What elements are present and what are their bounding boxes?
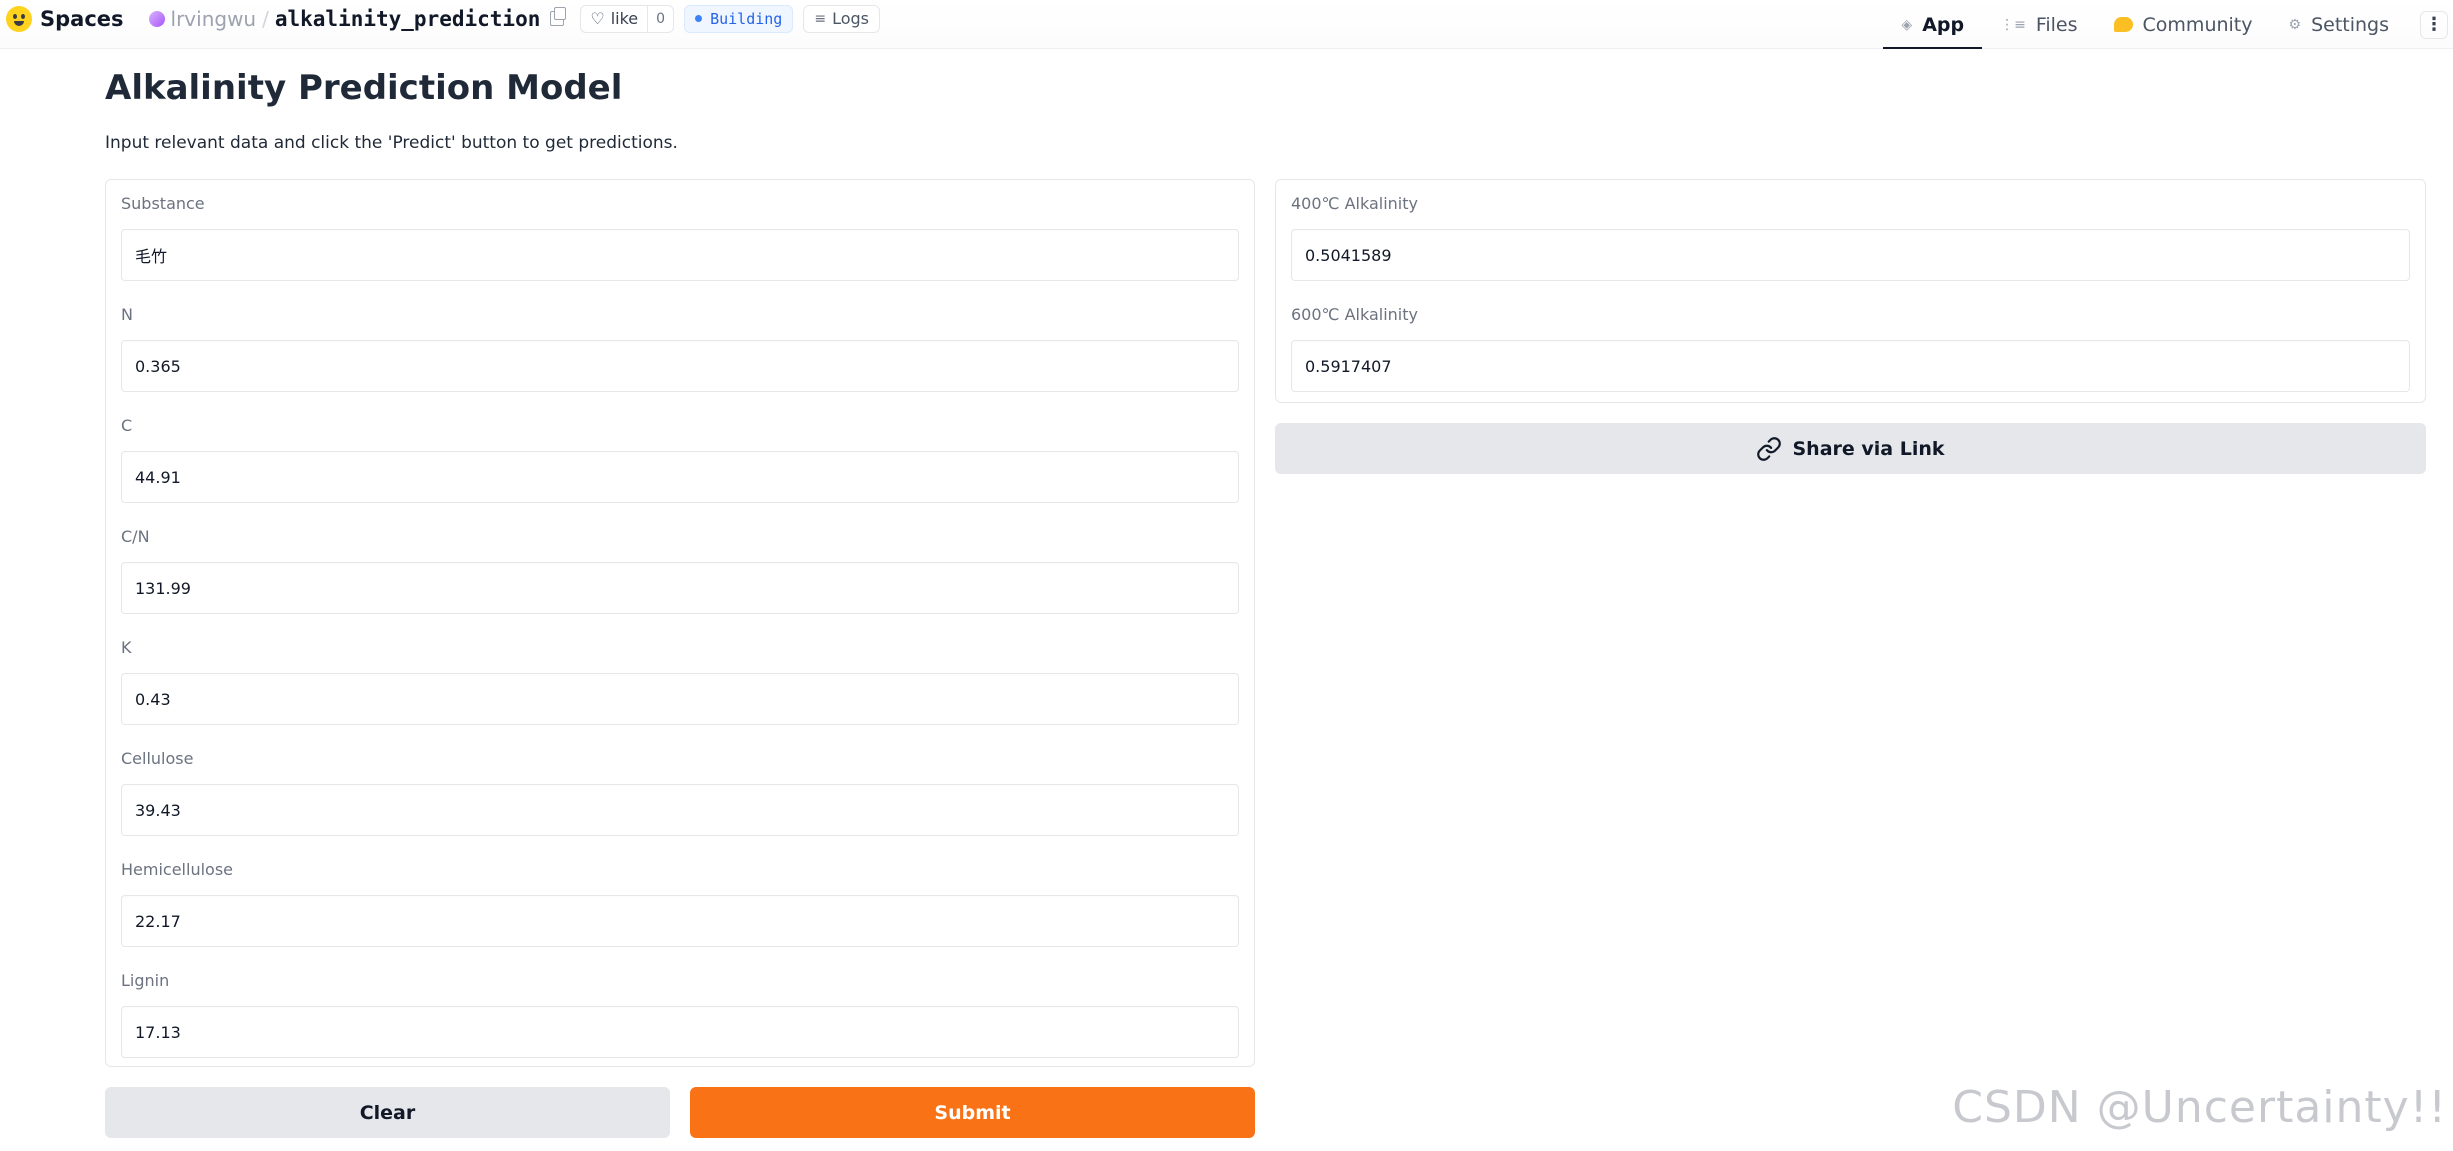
tab-files-label: Files (2035, 13, 2078, 36)
hugging-face-logo-icon[interactable] (6, 5, 32, 32)
more-options-icon: ⋮ (2420, 10, 2448, 39)
alkalinity-600-output[interactable]: 0.5917407 (1291, 340, 2410, 392)
copy-icon[interactable] (550, 7, 567, 26)
page-title: Alkalinity Prediction Model (105, 68, 623, 108)
cube-icon: ◈ (1901, 16, 1913, 33)
field-label: 600℃ Alkalinity (1291, 305, 1418, 324)
watermark: CSDN @Uncertainty!! (1952, 1082, 2447, 1133)
hemicellulose-field: Hemicellulose 22.17 (121, 860, 1239, 947)
cellulose-field: Cellulose 39.43 (121, 749, 1239, 836)
cn-input[interactable]: 131.99 (121, 562, 1239, 614)
cellulose-input[interactable]: 39.43 (121, 784, 1239, 836)
substance-field: Substance 毛竹 (121, 194, 1239, 281)
logs-icon: ≡ (814, 10, 827, 27)
c-field: C 44.91 (121, 416, 1239, 503)
tab-settings-label: Settings (2311, 13, 2389, 36)
like-button[interactable]: ♡ like 0 (580, 4, 675, 33)
page-description: Input relevant data and click the 'Predi… (105, 133, 678, 153)
share-via-link-button[interactable]: Share via Link (1275, 423, 2426, 474)
gear-icon: ⚙ (2288, 16, 2302, 33)
community-icon (2113, 17, 2133, 32)
field-label: Substance (121, 194, 205, 213)
top-bar: Spaces lrvingwu / alkalinity_prediction … (0, 0, 2453, 49)
field-label: Hemicellulose (121, 860, 233, 879)
breadcrumb-separator: / (262, 6, 269, 31)
alkalinity-400-field: 400℃ Alkalinity 0.5041589 (1291, 194, 2410, 281)
alkalinity-600-field: 600℃ Alkalinity 0.5917407 (1291, 305, 2410, 392)
status-dot-icon (695, 15, 703, 22)
tab-app-label: App (1922, 13, 1965, 36)
field-label: 400℃ Alkalinity (1291, 194, 1418, 213)
status-badge: Building (684, 4, 794, 33)
lignin-field: Lignin 17.13 (121, 971, 1239, 1058)
field-label: Lignin (121, 971, 170, 990)
clear-button[interactable]: Clear (105, 1087, 670, 1138)
field-label: C (121, 416, 133, 435)
tab-community-label: Community (2142, 13, 2253, 36)
field-label: N (121, 305, 133, 324)
k-field: K 0.43 (121, 638, 1239, 725)
share-label: Share via Link (1792, 437, 1945, 460)
field-label: Cellulose (121, 749, 194, 768)
space-nav: ◈ App ⋮≡ Files Community ⚙ Settings ⋮ (1883, 0, 2453, 49)
cn-field: C/N 131.99 (121, 527, 1239, 614)
user-link[interactable]: lrvingwu (171, 7, 257, 31)
tab-app[interactable]: ◈ App (1883, 0, 1982, 49)
logs-button[interactable]: ≡ Logs (803, 4, 880, 33)
spaces-link[interactable]: Spaces (40, 7, 124, 31)
files-icon: ⋮≡ (2000, 16, 2026, 33)
hemicellulose-input[interactable]: 22.17 (121, 895, 1239, 947)
input-panel: Substance 毛竹 N 0.365 C 44.91 C/N 131.99 … (105, 179, 1255, 1067)
c-input[interactable]: 44.91 (121, 451, 1239, 503)
breadcrumb: Spaces lrvingwu / alkalinity_prediction … (6, 0, 880, 37)
like-label: like (610, 9, 639, 28)
logs-label: Logs (832, 9, 869, 28)
output-panel: 400℃ Alkalinity 0.5041589 600℃ Alkalinit… (1275, 179, 2426, 403)
repo-name-link[interactable]: alkalinity_prediction (275, 7, 541, 31)
field-label: K (121, 638, 132, 657)
more-options-button[interactable]: ⋮ (2415, 0, 2453, 49)
field-label: C/N (121, 527, 150, 546)
tab-files[interactable]: ⋮≡ Files (1982, 0, 2095, 49)
tab-settings[interactable]: ⚙ Settings (2271, 0, 2408, 49)
substance-input[interactable]: 毛竹 (121, 229, 1239, 281)
link-icon (1757, 436, 1782, 461)
like-count[interactable]: 0 (647, 5, 673, 32)
submit-button[interactable]: Submit (690, 1087, 1255, 1138)
alkalinity-400-output[interactable]: 0.5041589 (1291, 229, 2410, 281)
n-field: N 0.365 (121, 305, 1239, 392)
k-input[interactable]: 0.43 (121, 673, 1239, 725)
user-avatar[interactable] (148, 10, 165, 27)
heart-icon: ♡ (590, 9, 605, 28)
tab-community[interactable]: Community (2096, 0, 2271, 49)
n-input[interactable]: 0.365 (121, 340, 1239, 392)
lignin-input[interactable]: 17.13 (121, 1006, 1239, 1058)
status-label: Building (710, 9, 783, 28)
